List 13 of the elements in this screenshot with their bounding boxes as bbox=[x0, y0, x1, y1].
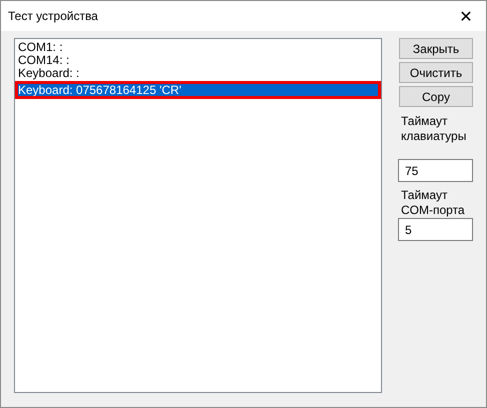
list-item[interactable]: COM14: : bbox=[17, 54, 379, 67]
input-field[interactable]: 75 bbox=[398, 159, 473, 182]
list-item[interactable]: COM1: : bbox=[17, 41, 379, 54]
action-button[interactable]: Очистить bbox=[399, 62, 473, 83]
field-label: Таймаут клавиатуры bbox=[401, 114, 468, 144]
action-button[interactable]: Copy bbox=[399, 86, 473, 107]
list-item[interactable]: Keyboard: : bbox=[17, 67, 379, 80]
input-field[interactable]: 5 bbox=[398, 218, 473, 241]
close-button[interactable]: ✕ bbox=[446, 1, 486, 31]
field-label: Таймаут COM-порта bbox=[401, 188, 466, 218]
list-item[interactable]: Keyboard: 075678164125 'CR' bbox=[17, 83, 379, 97]
window-title: Тест устройства bbox=[8, 9, 98, 23]
action-button[interactable]: Закрыть bbox=[399, 38, 473, 59]
